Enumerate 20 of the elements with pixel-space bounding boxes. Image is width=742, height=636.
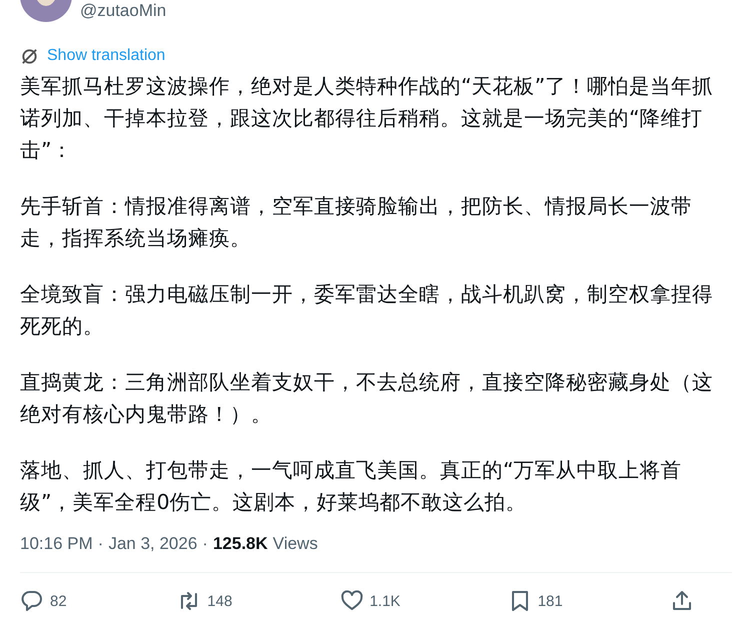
reply-count: 82 — [50, 592, 67, 610]
bookmark-count: 181 — [538, 592, 563, 610]
reply-icon[interactable] — [20, 589, 44, 613]
user-handle[interactable]: @zutaoMin — [80, 0, 166, 22]
like-count: 1.1K — [370, 592, 400, 610]
post-time[interactable]: 10:16 PM — [20, 534, 93, 554]
post-paragraph: 落地、抓人、打包带走，一气呵成直飞美国。真正的“万军从中取上将首级”，美军全程0伤亡。这剧本，好莱坞都不敢这么拍。 — [20, 457, 683, 516]
post-date[interactable]: Jan 3, 2026 — [108, 534, 198, 554]
post-paragraph: 先手斩首：情报准得离谱，空军直接骑脸输出，把防长、情报局长一波带走，指挥系统当场瘫痪。 — [20, 193, 693, 252]
repost-count: 148 — [207, 592, 232, 610]
views-count: 125.8K — [212, 534, 268, 554]
post-paragraph: 直捣黄龙：三角洲部队坐着支奴干，不去总统府，直接空降秘密藏身处（这绝对有核心内鬼带路！）。 — [20, 369, 714, 428]
post-paragraph: 全境致盲：强力电磁压制一开，委军雷达全瞎，战斗机趴窝，制空权拿捏得死死的。 — [20, 281, 714, 340]
views-label: Views — [272, 534, 318, 554]
separator-dot: · — [98, 534, 104, 554]
heart-icon[interactable] — [340, 589, 364, 613]
post-paragraph: 美军抓马杜罗这波操作，绝对是人类特种作战的“天花板”了！哪怕是当年抓诺列加、干掉本拉登，跟这次比都得往后稍稍。这就是一场完美的“降维打击”： — [20, 73, 714, 164]
translate-icon — [20, 46, 39, 66]
avatar-icon[interactable] — [20, 0, 72, 22]
separator-dot: · — [202, 534, 208, 554]
